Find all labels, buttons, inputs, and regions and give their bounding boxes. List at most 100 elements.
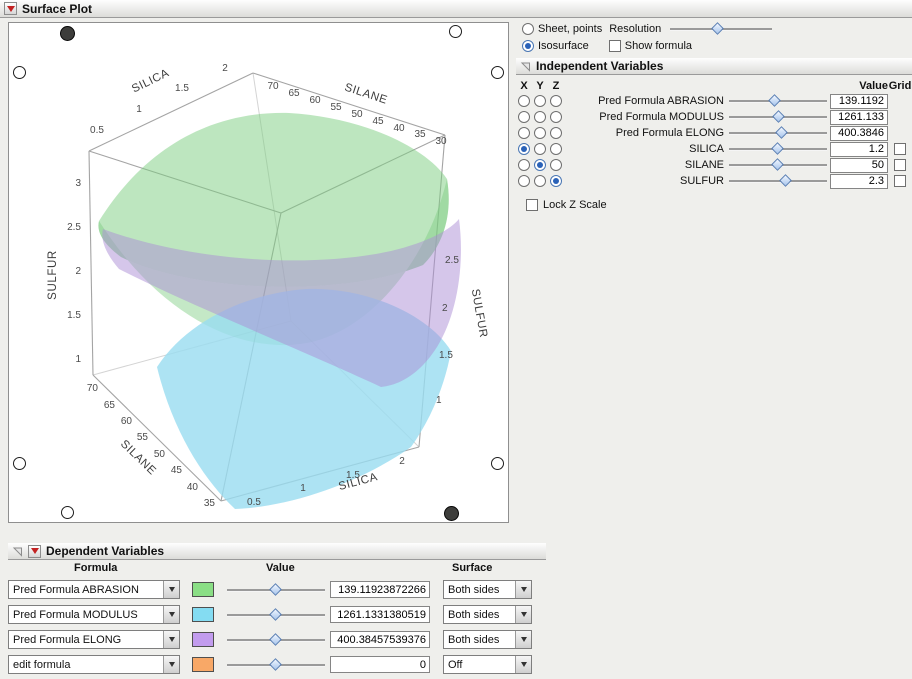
variable-slider[interactable] xyxy=(729,174,827,188)
surface-color-swatch[interactable] xyxy=(192,632,214,647)
variable-value-input[interactable] xyxy=(830,157,888,173)
surface-color-swatch[interactable] xyxy=(192,657,214,672)
surface-mode-value: Off xyxy=(448,658,463,671)
variable-value-input[interactable] xyxy=(830,125,888,141)
variable-slider[interactable] xyxy=(729,126,827,140)
z-axis-radio[interactable] xyxy=(550,159,562,171)
value-slider[interactable] xyxy=(227,582,325,597)
y-axis-radio[interactable] xyxy=(534,159,546,171)
formula-select[interactable]: Pred Formula MODULUS xyxy=(8,605,180,624)
independent-row-silica: SILICA xyxy=(516,141,912,157)
x-axis-radio[interactable] xyxy=(518,175,530,187)
y-axis-radio[interactable] xyxy=(534,175,546,187)
formula-select-value: Pred Formula MODULUS xyxy=(13,608,138,621)
value-slider[interactable] xyxy=(227,632,325,647)
x-axis-radio[interactable] xyxy=(518,95,530,107)
plot-handle-filled-top-left[interactable] xyxy=(60,26,75,41)
variable-value-input[interactable] xyxy=(830,173,888,189)
dropdown-arrow-icon xyxy=(515,656,531,673)
resolution-slider[interactable] xyxy=(670,21,773,36)
y-axis-radio[interactable] xyxy=(534,111,546,123)
surface-color-swatch[interactable] xyxy=(192,582,214,597)
svg-text:2: 2 xyxy=(222,63,228,74)
plot-handle-left-lower[interactable] xyxy=(13,457,26,470)
disclosure-icon[interactable] xyxy=(520,61,531,72)
svg-text:35: 35 xyxy=(414,129,426,140)
x-axis-radio[interactable] xyxy=(518,127,530,139)
z-column-header: Z xyxy=(552,79,560,92)
y-axis-radio[interactable] xyxy=(534,95,546,107)
z-axis-radio[interactable] xyxy=(550,111,562,123)
sheet-points-radio[interactable] xyxy=(522,22,534,35)
plot-handle-bottom-left[interactable] xyxy=(61,506,74,519)
red-triangle-menu-icon[interactable] xyxy=(4,2,17,15)
value-column-header: Value xyxy=(859,79,888,92)
surface-mode-select[interactable]: Both sides xyxy=(443,580,532,599)
x-axis-radio[interactable] xyxy=(518,143,530,155)
z-axis-radio[interactable] xyxy=(550,95,562,107)
z-axis-radio[interactable] xyxy=(550,127,562,139)
svg-text:0.5: 0.5 xyxy=(90,125,104,136)
value-input[interactable] xyxy=(330,656,430,673)
svg-text:1: 1 xyxy=(75,354,81,365)
show-formula-checkbox[interactable] xyxy=(608,39,621,52)
variable-value-input[interactable] xyxy=(830,109,888,125)
value-slider[interactable] xyxy=(227,657,325,672)
lock-z-scale-checkbox[interactable] xyxy=(526,198,538,211)
surface-color-swatch[interactable] xyxy=(192,607,214,622)
surface-plot-panel: 0.5 1 1.5 2 SILICA 70 65 60 55 50 45 40 … xyxy=(8,22,509,523)
grid-checkbox[interactable] xyxy=(894,159,906,171)
formula-select-value: edit formula xyxy=(13,658,71,671)
value-slider[interactable] xyxy=(227,607,325,622)
svg-text:65: 65 xyxy=(104,400,116,411)
variable-slider[interactable] xyxy=(729,142,827,156)
page-title: Surface Plot xyxy=(22,1,93,16)
value-input[interactable] xyxy=(330,581,430,598)
svg-text:45: 45 xyxy=(372,116,384,127)
value-input[interactable] xyxy=(330,631,430,648)
red-triangle-menu-icon[interactable] xyxy=(28,544,41,558)
plot-handle-right-upper[interactable] xyxy=(491,66,504,79)
variable-value-input[interactable] xyxy=(830,93,888,109)
variable-slider[interactable] xyxy=(729,94,827,108)
value-input[interactable] xyxy=(330,606,430,623)
plot-handle-top-right[interactable] xyxy=(449,25,462,38)
grid-checkbox[interactable] xyxy=(894,175,906,187)
surface-mode-select[interactable]: Both sides xyxy=(443,605,532,624)
value-column-header: Value xyxy=(266,562,295,574)
plot-handle-left-upper[interactable] xyxy=(13,66,26,79)
plot-handle-filled-bottom-right[interactable] xyxy=(444,506,459,521)
y-axis-radio[interactable] xyxy=(534,127,546,139)
svg-text:40: 40 xyxy=(393,123,405,134)
x-axis-radio[interactable] xyxy=(518,159,530,171)
svg-text:2.5: 2.5 xyxy=(67,222,81,233)
disclosure-icon[interactable] xyxy=(12,546,23,557)
variable-slider[interactable] xyxy=(729,110,827,124)
formula-select[interactable]: edit formula xyxy=(8,655,180,674)
surface-plot-canvas[interactable]: 0.5 1 1.5 2 SILICA 70 65 60 55 50 45 40 … xyxy=(9,23,508,522)
silica-top-axis-title: SILICA xyxy=(130,67,171,95)
variable-value-input[interactable] xyxy=(830,141,888,157)
z-axis-radio[interactable] xyxy=(550,143,562,155)
independent-row-sulfur: SULFUR xyxy=(516,173,912,189)
formula-select[interactable]: Pred Formula ABRASION xyxy=(8,580,180,599)
plot-handle-right-lower[interactable] xyxy=(491,457,504,470)
x-axis-radio[interactable] xyxy=(518,111,530,123)
surface-mode-select[interactable]: Off xyxy=(443,655,532,674)
formula-column-header: Formula xyxy=(74,562,118,574)
variable-slider[interactable] xyxy=(729,158,827,172)
sulfur-right-axis-title: SULFUR xyxy=(469,288,489,339)
independent-variables-header: Independent Variables xyxy=(516,58,912,75)
y-axis-radio[interactable] xyxy=(534,143,546,155)
z-axis-radio[interactable] xyxy=(550,175,562,187)
svg-text:50: 50 xyxy=(154,449,166,460)
svg-text:1: 1 xyxy=(300,483,306,494)
isosurface-radio[interactable] xyxy=(522,39,534,52)
independent-row-elong: Pred Formula ELONG xyxy=(516,125,912,141)
svg-text:1: 1 xyxy=(136,104,142,115)
grid-checkbox[interactable] xyxy=(894,143,906,155)
surface-mode-select[interactable]: Both sides xyxy=(443,630,532,649)
formula-select[interactable]: Pred Formula ELONG xyxy=(8,630,180,649)
svg-text:2: 2 xyxy=(442,303,448,314)
x-column-header: X xyxy=(520,79,528,92)
